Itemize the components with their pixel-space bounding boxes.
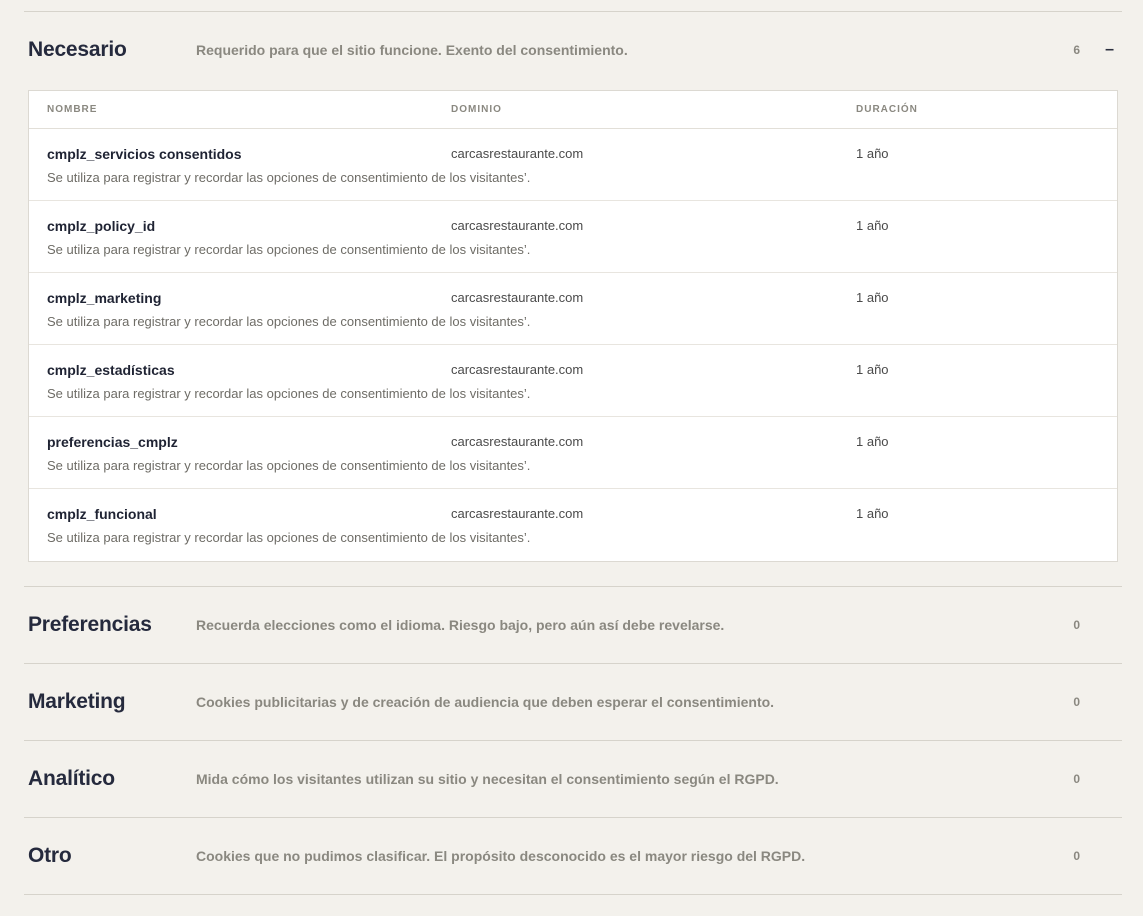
category-header-preferencias[interactable]: Preferencias Recuerda elecciones como el… xyxy=(24,587,1122,663)
table-header: NOMBRE DOMINIO DURACIÓN xyxy=(29,91,1117,129)
table-row: cmplz_marketing carcasrestaurante.com 1 … xyxy=(29,273,1117,345)
cookie-categories: Necesario Requerido para que el sitio fu… xyxy=(24,11,1122,895)
table-row: preferencias_cmplz carcasrestaurante.com… xyxy=(29,417,1117,489)
category-analitico: Analítico Mida cómo los visitantes utili… xyxy=(24,740,1122,817)
cookie-duration: 1 año xyxy=(856,146,889,161)
cookie-name: preferencias_cmplz xyxy=(47,434,178,450)
category-otro: Otro Cookies que no pudimos clasificar. … xyxy=(24,817,1122,895)
category-preferencias: Preferencias Recuerda elecciones como el… xyxy=(24,586,1122,663)
category-header-marketing[interactable]: Marketing Cookies publicitarias y de cre… xyxy=(24,664,1122,740)
cookie-duration: 1 año xyxy=(856,434,889,449)
category-description: Requerido para que el sitio funcione. Ex… xyxy=(196,42,628,58)
table-row: cmplz_servicios consentidos carcasrestau… xyxy=(29,129,1117,201)
category-title: Preferencias xyxy=(28,613,152,636)
cookie-domain: carcasrestaurante.com xyxy=(451,434,584,449)
cookie-name: cmplz_marketing xyxy=(47,290,162,306)
cookie-duration: 1 año xyxy=(856,362,889,377)
category-count-badge: 0 xyxy=(1073,772,1080,786)
category-description: Cookies publicitarias y de creación de a… xyxy=(196,694,775,710)
table-row: cmplz_estadísticas carcasrestaurante.com… xyxy=(29,345,1117,417)
category-count-badge: 0 xyxy=(1073,695,1080,709)
category-title: Marketing xyxy=(28,690,126,713)
category-header-analitico[interactable]: Analítico Mida cómo los visitantes utili… xyxy=(24,741,1122,817)
cookie-description: Se utiliza para registrar y recordar las… xyxy=(47,314,531,329)
category-description: Mida cómo los visitantes utilizan su sit… xyxy=(196,771,779,787)
cookie-description: Se utiliza para registrar y recordar las… xyxy=(47,170,531,185)
cookie-name: cmplz_estadísticas xyxy=(47,362,175,378)
cookie-domain: carcasrestaurante.com xyxy=(451,146,584,161)
table-row: cmplz_policy_id carcasrestaurante.com 1 … xyxy=(29,201,1117,273)
category-necesario: Necesario Requerido para que el sitio fu… xyxy=(24,11,1122,562)
category-header-necesario[interactable]: Necesario Requerido para que el sitio fu… xyxy=(24,12,1122,88)
category-header-otro[interactable]: Otro Cookies que no pudimos clasificar. … xyxy=(24,818,1122,894)
category-marketing: Marketing Cookies publicitarias y de cre… xyxy=(24,663,1122,740)
cookie-description: Se utiliza para registrar y recordar las… xyxy=(47,242,531,257)
cookie-duration: 1 año xyxy=(856,218,889,233)
cookie-domain: carcasrestaurante.com xyxy=(451,290,584,305)
cookie-duration: 1 año xyxy=(856,506,889,521)
category-title: Analítico xyxy=(28,767,115,790)
category-description: Recuerda elecciones como el idioma. Ries… xyxy=(196,617,725,633)
cookie-table: NOMBRE DOMINIO DURACIÓN cmplz_servicios … xyxy=(28,90,1118,562)
cookie-domain: carcasrestaurante.com xyxy=(451,506,584,521)
cookie-name: cmplz_funcional xyxy=(47,506,157,522)
cookie-domain: carcasrestaurante.com xyxy=(451,218,584,233)
cookie-description: Se utiliza para registrar y recordar las… xyxy=(47,530,531,545)
table-row: cmplz_funcional carcasrestaurante.com 1 … xyxy=(29,489,1117,561)
cookie-duration: 1 año xyxy=(856,290,889,305)
cookie-name: cmplz_policy_id xyxy=(47,218,156,234)
cookie-name: cmplz_servicios consentidos xyxy=(47,146,242,162)
category-count-badge: 0 xyxy=(1073,618,1080,632)
column-header-duration: DURACIÓN xyxy=(856,104,918,115)
category-count-badge: 0 xyxy=(1073,849,1080,863)
collapse-icon[interactable]: – xyxy=(1105,42,1114,58)
category-count-badge: 6 xyxy=(1073,43,1080,57)
category-title: Necesario xyxy=(28,38,127,61)
column-header-name: NOMBRE xyxy=(47,104,98,115)
cookie-description: Se utiliza para registrar y recordar las… xyxy=(47,458,531,473)
category-description: Cookies que no pudimos clasificar. El pr… xyxy=(196,848,806,864)
category-title: Otro xyxy=(28,844,72,867)
cookie-description: Se utiliza para registrar y recordar las… xyxy=(47,386,531,401)
cookie-domain: carcasrestaurante.com xyxy=(451,362,584,377)
column-header-domain: DOMINIO xyxy=(451,104,502,115)
